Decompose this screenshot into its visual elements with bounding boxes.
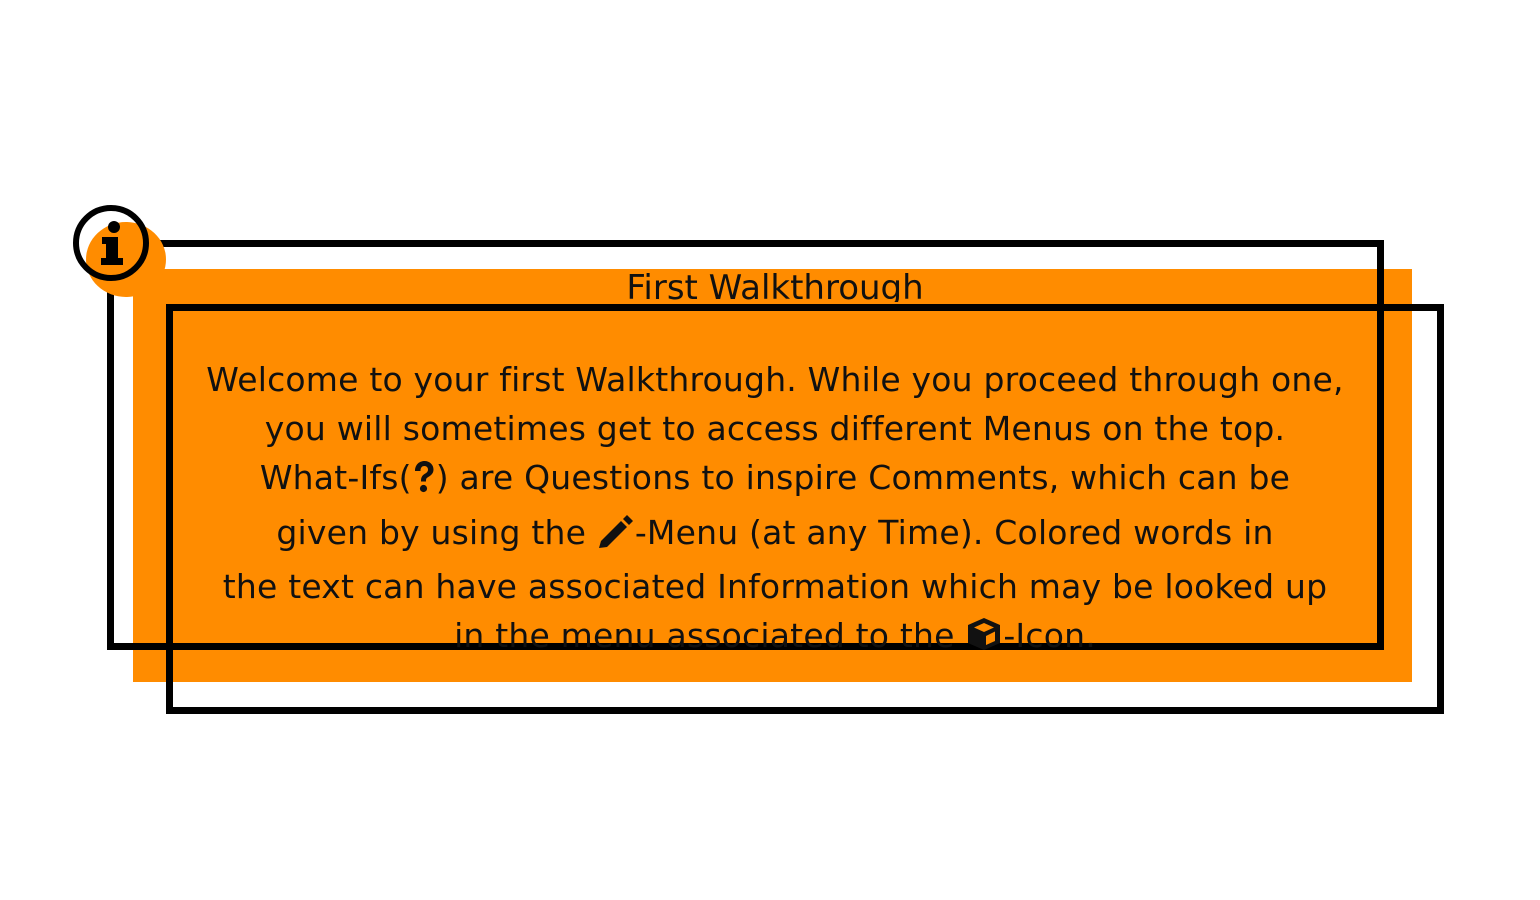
info-icon [73, 205, 149, 281]
pencil-icon [597, 513, 635, 562]
body-line: What-Ifs( ) are Questions to inspire Comm… [166, 453, 1384, 507]
body-line: the text can have associated Information… [222, 566, 1328, 606]
body-line: given by using the -Menu (at any Time). … [166, 508, 1384, 562]
dialog-title: First Walkthrough [626, 268, 924, 302]
body-line: in the menu associated to the -Icon. [166, 611, 1384, 665]
information-text: in the menu associated to the [454, 616, 966, 656]
icon-label-text: -Icon. [1003, 616, 1096, 656]
what-ifs-text: What-Ifs( [259, 458, 412, 498]
walkthrough-info-popup: First Walkthrough Welcome to your first … [0, 0, 1540, 900]
comments-text: given by using the [276, 512, 597, 552]
body-line: you will sometimes get to access differe… [264, 409, 1286, 449]
cube-icon [965, 616, 1003, 665]
dialog-body: Welcome to your first Walkthrough. While… [166, 355, 1384, 665]
comments-menu-text: -Menu (at any Time). Colored words in [634, 512, 1274, 552]
body-line: Welcome to your first Walkthrough. While… [206, 360, 1344, 399]
what-ifs-description: ) are Questions to inspire Comments, whi… [435, 458, 1291, 498]
question-icon [412, 458, 436, 507]
